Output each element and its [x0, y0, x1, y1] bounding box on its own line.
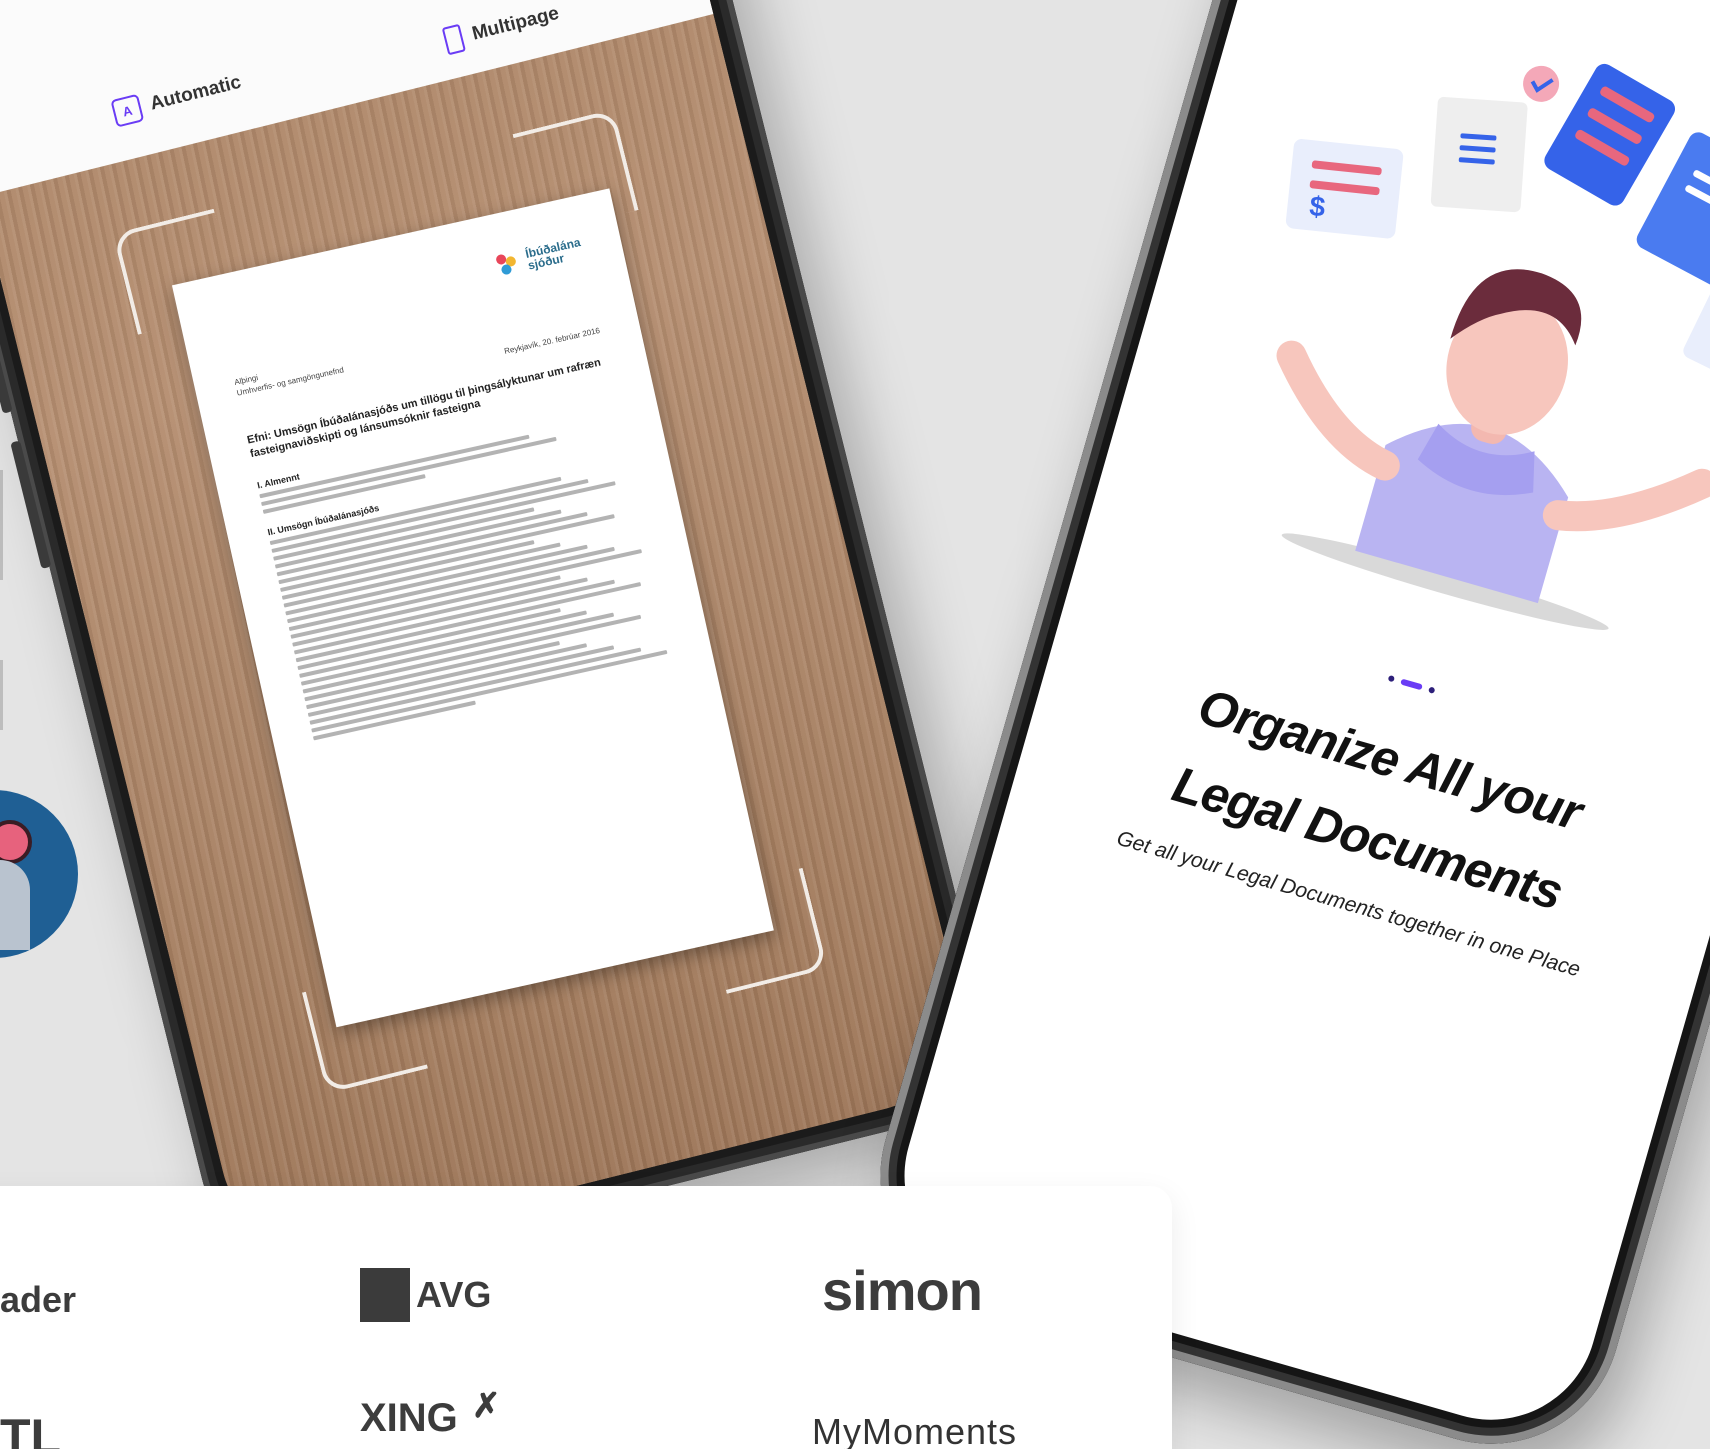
- brand-avg-text: AVG: [416, 1274, 492, 1315]
- brand-simon-logo: simon: [822, 1259, 983, 1322]
- multipage-icon: [442, 23, 467, 56]
- page-dot[interactable]: [1387, 674, 1396, 683]
- mode-multipage-label: Multipage: [469, 2, 562, 45]
- mode-automatic-label: Automatic: [147, 71, 244, 115]
- receipt-icon: $: [1285, 139, 1404, 239]
- document-body: [269, 462, 673, 741]
- onboarding-title: Organize All your Legal Documents: [1014, 622, 1710, 976]
- scanned-document: Íbúðalána sjóður Alþingi Umhverfis- og s…: [171, 188, 774, 1028]
- avg-chip-icon: [355, 1268, 415, 1322]
- edge-mark: [0, 470, 3, 580]
- page-dot[interactable]: [1428, 686, 1436, 694]
- avatar: [0, 790, 78, 958]
- brand-xing-logo: XING ✗: [360, 1387, 501, 1441]
- page-dot-active[interactable]: [1400, 678, 1423, 691]
- client-logos-card: ader AVG simon TL XING ✗ MyMoments: [0, 1186, 1172, 1449]
- check-icon: [1523, 65, 1560, 102]
- brand-avg-logo: AVG: [355, 1268, 492, 1322]
- xing-x-icon: ✗: [472, 1387, 501, 1425]
- brand-reader-logo: ader: [0, 1279, 77, 1320]
- logo-icon: [495, 251, 521, 277]
- brand-mymoments-logo: MyMoments: [812, 1411, 1018, 1449]
- mode-multipage-button[interactable]: Multipage: [442, 0, 562, 56]
- brand-tl-logo: TL: [0, 1409, 62, 1449]
- brand-xing-text: XING: [360, 1396, 458, 1440]
- scanner-phone: A Automatic Multipage Íbúðalána sjóður A…: [0, 0, 1008, 1295]
- edge-mark: [0, 660, 3, 730]
- hero-stage: A Automatic Multipage Íbúðalána sjóður A…: [0, 0, 1710, 1449]
- document-icon: [1430, 96, 1528, 213]
- scanner-screen: A Automatic Multipage Íbúðalána sjóður A…: [0, 0, 981, 1269]
- auto-scan-icon: A: [110, 93, 145, 128]
- receipt-icon: [1683, 285, 1710, 392]
- mode-automatic-button[interactable]: A Automatic: [110, 69, 244, 128]
- juggling-documents-illustration: $: [1276, 63, 1710, 630]
